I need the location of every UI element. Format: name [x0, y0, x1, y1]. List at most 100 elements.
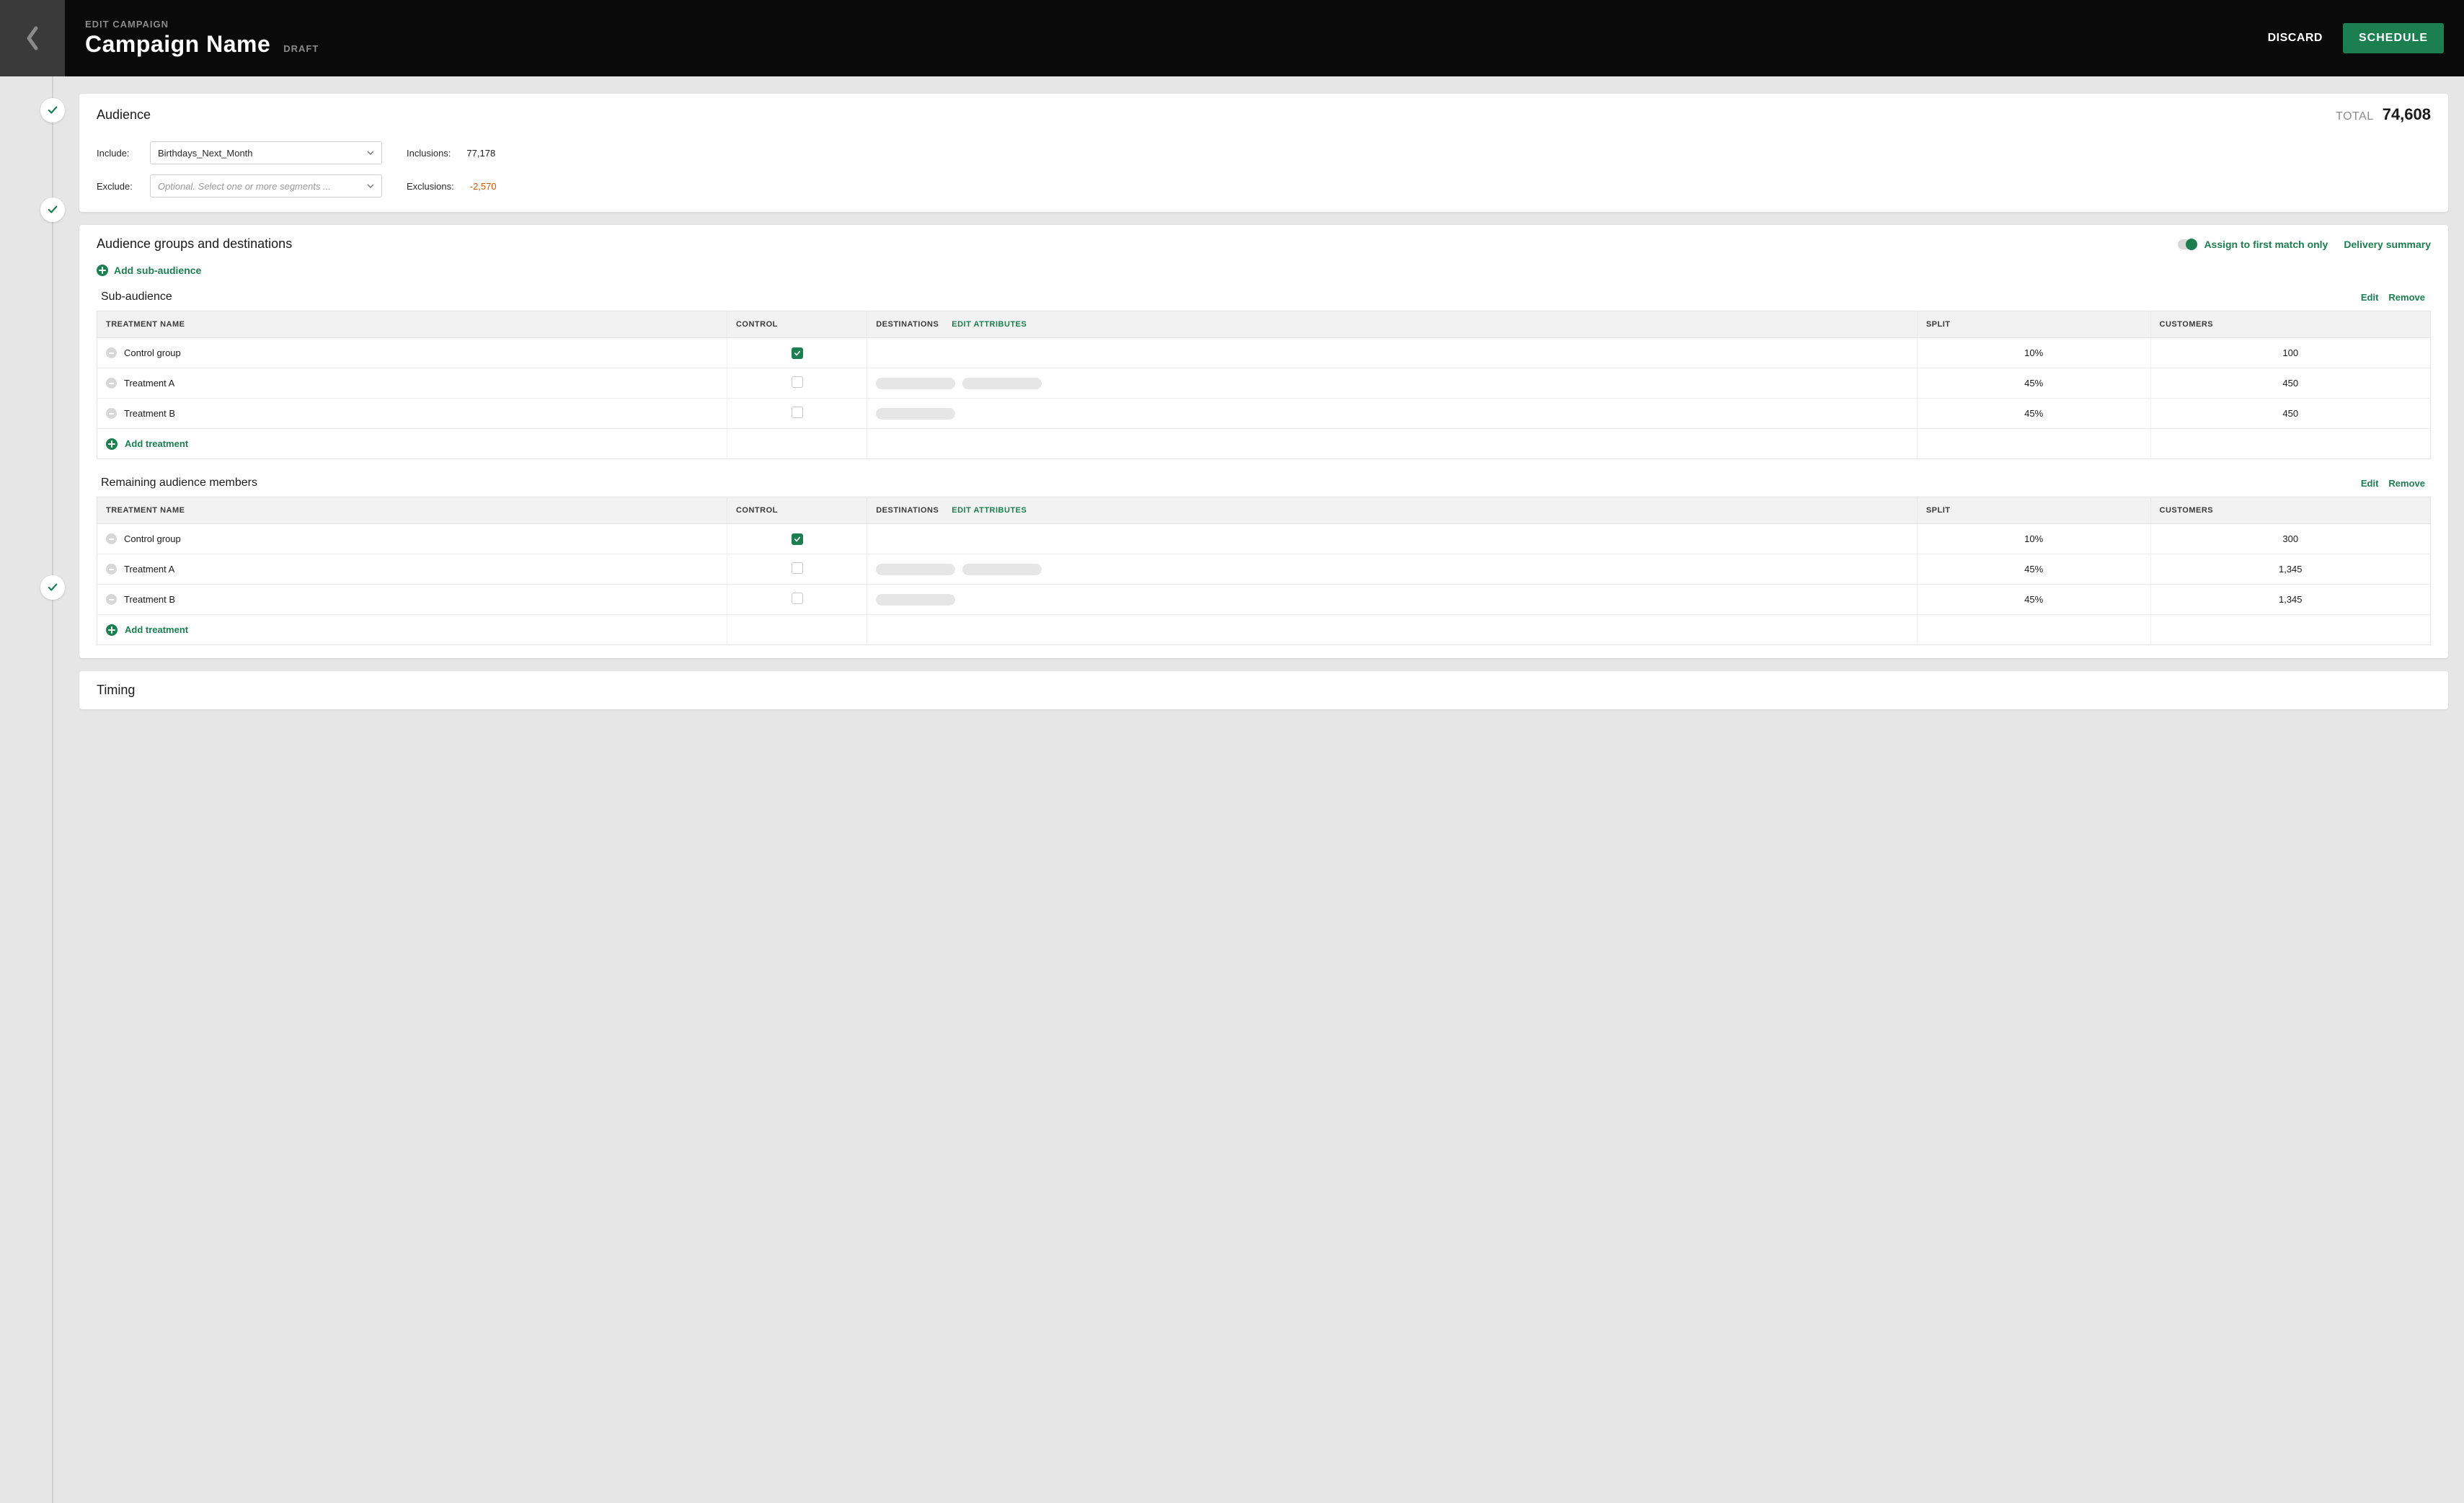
plus-circle-icon	[97, 265, 108, 276]
col-split: SPLIT	[1917, 497, 2150, 524]
audience-total: TOTAL 74,608	[2336, 105, 2431, 124]
remove-row-icon[interactable]	[106, 594, 117, 605]
edit-attributes-link[interactable]: EDIT ATTRIBUTES	[952, 320, 1027, 329]
destinations-cell	[867, 399, 1918, 429]
groups-title: Audience groups and destinations	[97, 236, 292, 252]
add-treatment-button[interactable]: Add treatment	[106, 624, 718, 636]
control-checkbox[interactable]	[792, 407, 803, 418]
assign-toggle-wrap: Assign to first match only	[2178, 239, 2328, 250]
destinations-cell	[867, 368, 1918, 399]
control-checkbox[interactable]	[792, 533, 803, 545]
table-row: Treatment B45%450	[97, 399, 2431, 429]
check-icon	[48, 205, 58, 215]
audience-header: Audience TOTAL 74,608	[79, 94, 2448, 133]
total-value: 74,608	[2383, 105, 2431, 124]
edit-link[interactable]: Edit	[2361, 478, 2379, 489]
destination-pill[interactable]	[962, 378, 1042, 389]
groups-card: Audience groups and destinations Assign …	[79, 225, 2448, 658]
step-dot-groups	[40, 198, 65, 222]
title-block: EDIT CAMPAIGN Campaign Name DRAFT	[65, 0, 2268, 76]
col-control: CONTROL	[727, 311, 867, 338]
plus-circle-icon	[106, 624, 118, 636]
assign-label[interactable]: Assign to first match only	[2204, 239, 2328, 250]
col-destinations: DESTINATIONSEDIT ATTRIBUTES	[867, 497, 1918, 524]
groups-header: Audience groups and destinations Assign …	[79, 225, 2448, 259]
top-actions: DISCARD SCHEDULE	[2268, 0, 2464, 76]
include-select[interactable]: Birthdays_Next_Month	[150, 141, 382, 164]
back-button[interactable]	[0, 0, 65, 76]
timing-card: Timing	[79, 671, 2448, 709]
app-root: EDIT CAMPAIGN Campaign Name DRAFT DISCAR…	[0, 0, 2464, 1503]
destination-pill[interactable]	[962, 564, 1042, 575]
treatment-name: Treatment B	[124, 594, 175, 605]
check-icon	[48, 105, 58, 115]
split-value: 45%	[1917, 368, 2150, 399]
include-value: Birthdays_Next_Month	[158, 148, 253, 159]
control-checkbox[interactable]	[792, 376, 803, 388]
subgroup-actions: Edit Remove	[2361, 478, 2425, 489]
customers-value: 450	[2150, 368, 2430, 399]
step-dot-timing	[40, 575, 65, 600]
audience-title: Audience	[97, 107, 151, 123]
chevron-left-icon	[24, 24, 41, 53]
destination-pill[interactable]	[876, 378, 955, 389]
treatment-table: TREATMENT NAMECONTROLDESTINATIONSEDIT AT…	[97, 311, 2431, 459]
remove-link[interactable]: Remove	[2388, 478, 2425, 489]
customers-value: 1,345	[2150, 554, 2430, 585]
plus-circle-icon	[106, 438, 118, 450]
treatment-name: Treatment A	[124, 564, 174, 575]
remove-row-icon[interactable]	[106, 408, 117, 419]
destination-pill[interactable]	[876, 408, 955, 420]
content-area: Audience TOTAL 74,608 Include: Birthdays…	[0, 76, 2464, 1503]
add-sub-audience-button[interactable]: Add sub-audience	[79, 259, 2448, 286]
table-row: Treatment A45%1,345	[97, 554, 2431, 585]
add-treatment-row: Add treatment	[97, 429, 2431, 459]
exclude-placeholder: Optional. Select one or more segments ..…	[158, 181, 331, 192]
split-value: 45%	[1917, 585, 2150, 615]
customers-value: 1,345	[2150, 585, 2430, 615]
exclude-select[interactable]: Optional. Select one or more segments ..…	[150, 174, 382, 198]
control-checkbox[interactable]	[792, 347, 803, 359]
remove-row-icon[interactable]	[106, 347, 117, 358]
edit-attributes-link[interactable]: EDIT ATTRIBUTES	[952, 506, 1027, 515]
table-row: Control group10%100	[97, 338, 2431, 368]
toggle-knob	[2186, 239, 2197, 250]
exclusions-value: -2,570	[470, 181, 497, 192]
edit-link[interactable]: Edit	[2361, 292, 2379, 303]
chevron-down-icon	[367, 182, 374, 190]
destination-pill[interactable]	[876, 564, 955, 575]
customers-value: 300	[2150, 524, 2430, 554]
delivery-summary-link[interactable]: Delivery summary	[2344, 239, 2431, 250]
remove-link[interactable]: Remove	[2388, 292, 2425, 303]
include-row: Include: Birthdays_Next_Month Inclusions…	[97, 141, 2431, 164]
assign-toggle[interactable]	[2178, 239, 2197, 249]
control-checkbox[interactable]	[792, 593, 803, 604]
add-treatment-button[interactable]: Add treatment	[106, 438, 718, 450]
treatment-name: Control group	[124, 533, 181, 544]
destination-pill[interactable]	[876, 594, 955, 606]
remove-row-icon[interactable]	[106, 378, 117, 389]
sections: Audience TOTAL 74,608 Include: Birthdays…	[0, 76, 2464, 740]
remove-row-icon[interactable]	[106, 564, 117, 575]
chevron-down-icon	[367, 149, 374, 156]
col-customers: CUSTOMERS	[2150, 311, 2430, 338]
audience-body: Include: Birthdays_Next_Month Inclusions…	[79, 133, 2448, 212]
col-customers: CUSTOMERS	[2150, 497, 2430, 524]
add-sub-label: Add sub-audience	[114, 265, 201, 276]
control-checkbox[interactable]	[792, 562, 803, 574]
split-value: 10%	[1917, 338, 2150, 368]
subgroup-actions: Edit Remove	[2361, 292, 2425, 303]
discard-button[interactable]: DISCARD	[2268, 32, 2323, 45]
schedule-button[interactable]: SCHEDULE	[2343, 23, 2444, 53]
remove-row-icon[interactable]	[106, 533, 117, 544]
destinations-cell	[867, 585, 1918, 615]
page-title: Campaign Name	[85, 31, 270, 58]
subgroup-title: Remaining audience members	[101, 476, 257, 489]
exclude-label: Exclude:	[97, 181, 138, 192]
total-label: TOTAL	[2336, 110, 2374, 123]
inclusions-value: 77,178	[466, 148, 495, 159]
treatment-table: TREATMENT NAMECONTROLDESTINATIONSEDIT AT…	[97, 497, 2431, 645]
col-treatment-name: TREATMENT NAME	[97, 497, 727, 524]
title-row: Campaign Name DRAFT	[85, 31, 2268, 58]
treatment-name: Treatment B	[124, 408, 175, 419]
